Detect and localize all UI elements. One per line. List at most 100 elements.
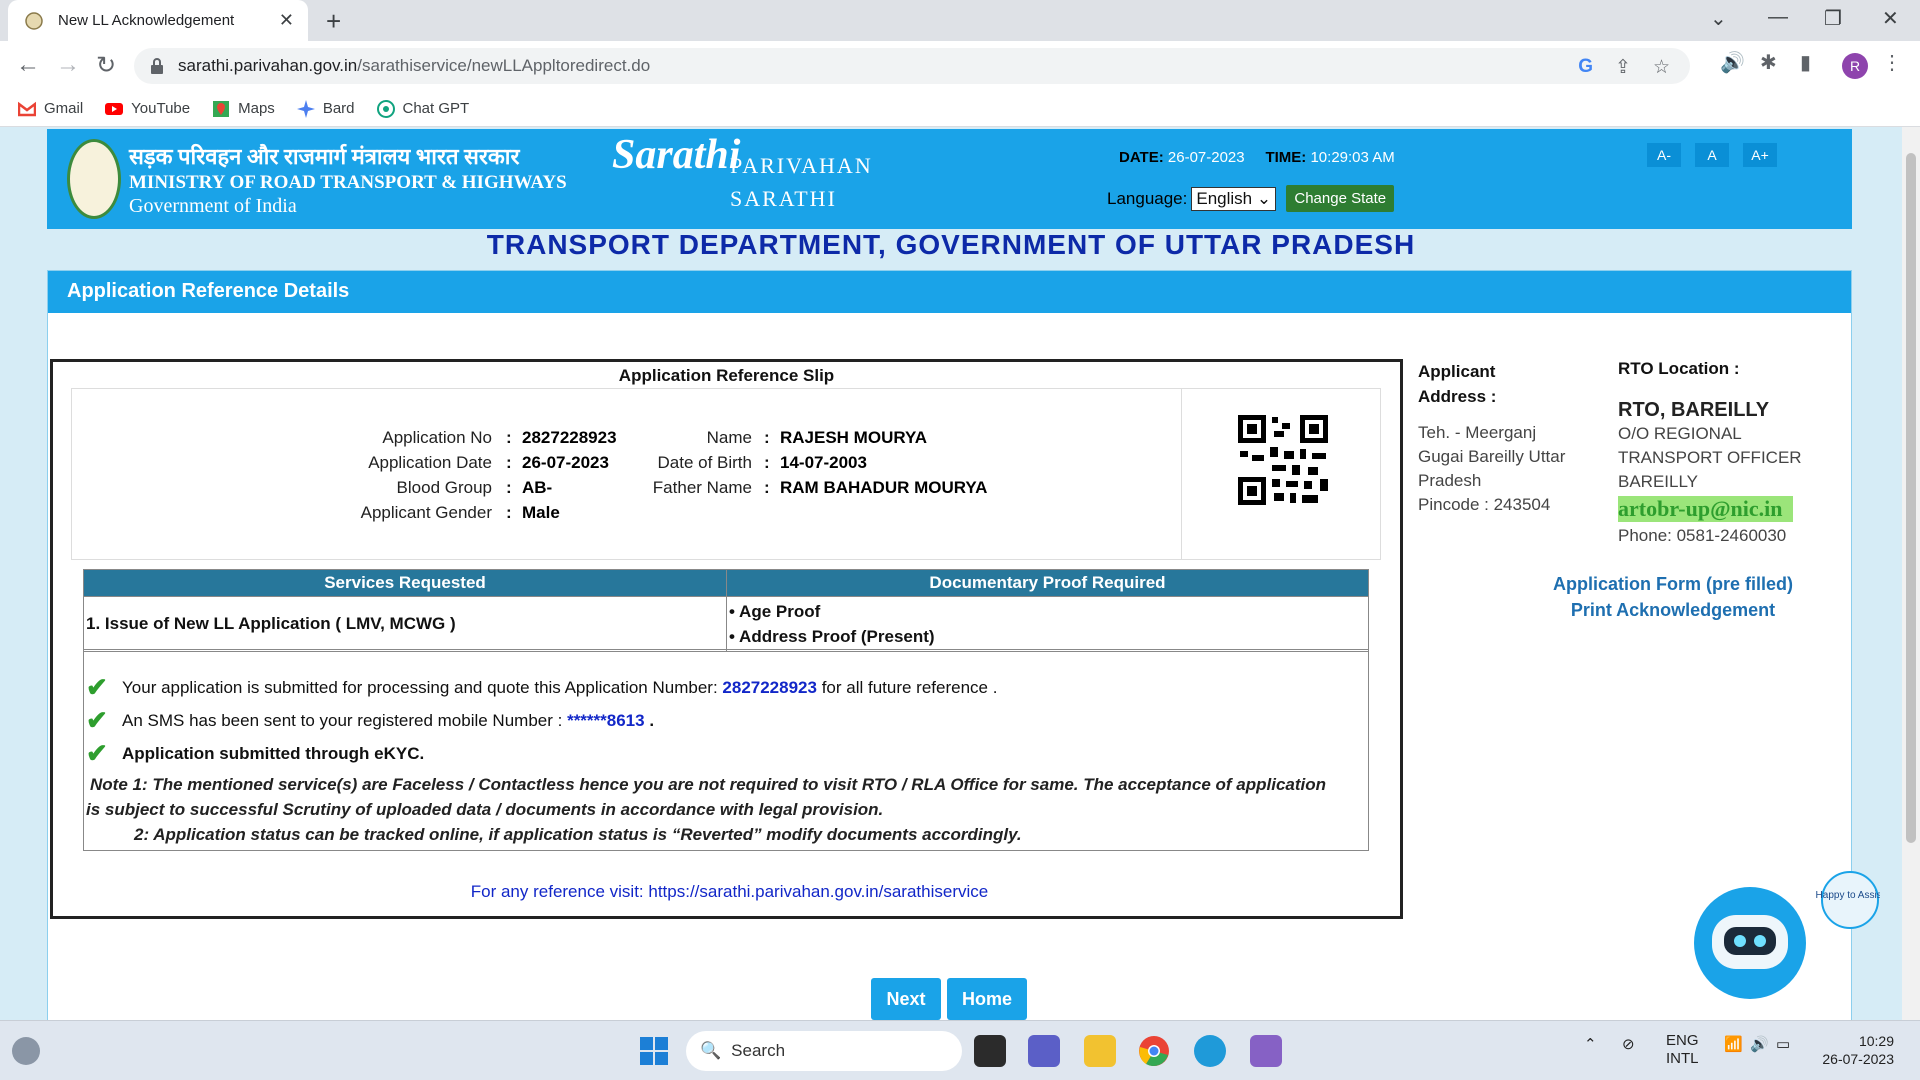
tab-close-icon[interactable]: ✕	[279, 10, 294, 31]
tray-chevron-icon[interactable]: ⌃	[1584, 1035, 1597, 1053]
details-colons-left: ::::	[506, 428, 512, 522]
language-select[interactable]: English ⌄	[1191, 186, 1277, 211]
language-code: ENG	[1666, 1032, 1699, 1049]
font-increase-button[interactable]: A+	[1743, 143, 1777, 167]
bookmark-gmail[interactable]: Gmail	[18, 100, 83, 118]
network-off-icon[interactable]: ⊘	[1622, 1035, 1635, 1053]
restore-icon[interactable]: ❐	[1824, 6, 1842, 31]
print-acknowledgement-link[interactable]: Print Acknowledgement	[1508, 597, 1838, 623]
gmail-icon	[18, 101, 36, 116]
teams-icon[interactable]	[1028, 1035, 1060, 1067]
file-explorer-icon[interactable]	[1084, 1035, 1116, 1067]
bot-label: Happy to Assist	[1816, 890, 1880, 901]
site-header: सड़क परिवहन और राजमार्ग मंत्रालय भारत सर…	[47, 129, 1852, 229]
font-size-controls: A- A A+	[1647, 143, 1777, 167]
visual-studio-icon[interactable]	[1250, 1035, 1282, 1067]
rto-line: O/O REGIONAL	[1618, 424, 1742, 443]
forward-icon[interactable]: →	[56, 51, 80, 79]
reload-icon[interactable]: ↻	[96, 51, 116, 80]
chat-bot-icon[interactable]: Happy to Assist	[1690, 865, 1880, 1005]
input-language[interactable]: ENG INTL	[1666, 1032, 1699, 1068]
side-panel-icon[interactable]: ▮	[1800, 50, 1811, 75]
change-state-button[interactable]: Change State	[1286, 185, 1395, 212]
applicant-info-box: Application No Application Date Blood Gr…	[71, 388, 1381, 560]
windows-taskbar: 🔍 Search ⌃ ⊘ ENG INTL 📶 🔊 ▭ 10:29 26-07-…	[0, 1020, 1920, 1080]
details-values-right: RAJESH MOURYA 14-07-2003 RAM BAHADUR MOU…	[780, 425, 987, 500]
bookmark-label: Chat GPT	[402, 100, 470, 117]
name-value: RAJESH MOURYA	[780, 428, 928, 447]
address-pincode: Pincode : 243504	[1418, 495, 1551, 514]
message-3: ✔ Application submitted through eKYC.	[86, 738, 424, 769]
language-label: Language:	[1107, 188, 1188, 208]
note-1-line-1: Note 1: The mentioned service(s) are Fac…	[90, 775, 1327, 794]
tab-search-icon[interactable]: ⌄	[1710, 6, 1727, 31]
bookmark-youtube[interactable]: YouTube	[105, 100, 190, 118]
font-decrease-button[interactable]: A-	[1647, 143, 1681, 167]
message-2-suffix: .	[649, 710, 655, 730]
back-icon[interactable]: ←	[16, 51, 40, 79]
new-tab-icon[interactable]: +	[326, 6, 341, 37]
language-row: Language: English ⌄ Change State	[1107, 185, 1395, 212]
ministry-hindi: सड़क परिवहन और राजमार्ग मंत्रालय भारत सर…	[129, 144, 520, 169]
clock-date: 26-07-2023	[1822, 1051, 1894, 1067]
father-label: Father Name	[652, 478, 752, 497]
bookmark-label: Gmail	[44, 100, 84, 117]
note-1-line-2: is subject to successful Scrutiny of upl…	[86, 800, 884, 819]
bookmark-label: Bard	[322, 100, 355, 117]
reference-visit-link[interactable]: For any reference visit: https://sarathi…	[53, 882, 1406, 902]
application-form-link[interactable]: Application Form (pre filled)	[1508, 571, 1838, 597]
time-value: 10:29:03 AM	[1310, 149, 1395, 166]
battery-icon[interactable]: ▭	[1776, 1035, 1790, 1053]
search-icon: 🔍	[700, 1041, 722, 1060]
details-colons-right: :::	[764, 428, 770, 497]
message-2-text: An SMS has been sent to your registered …	[122, 710, 563, 730]
wifi-icon[interactable]: 📶	[1724, 1035, 1743, 1053]
message-1-suffix: for all future reference .	[821, 677, 998, 697]
father-value: RAM BAHADUR MOURYA	[780, 478, 988, 497]
close-window-icon[interactable]: ✕	[1882, 6, 1899, 31]
share-icon[interactable]: ⇪	[1615, 56, 1631, 79]
minimize-icon[interactable]: —	[1768, 6, 1788, 29]
weather-icon[interactable]	[12, 1037, 40, 1065]
scroll-thumb[interactable]	[1906, 153, 1916, 843]
menu-icon[interactable]: ⋮	[1882, 50, 1902, 75]
message-1-app-number: 2827228923	[722, 677, 817, 697]
url-host: sarathi.parivahan.gov.in	[178, 56, 358, 75]
bookmark-chatgpt[interactable]: Chat GPT	[376, 99, 470, 118]
applicant-heading-2: Address :	[1418, 387, 1497, 406]
brand-line-1: PARIVAHAN	[730, 153, 873, 178]
bookmark-bard[interactable]: Bard	[296, 99, 355, 118]
task-view-icon[interactable]	[974, 1035, 1006, 1067]
search-placeholder: Search	[731, 1041, 786, 1060]
chrome-icon[interactable]	[1138, 1035, 1170, 1067]
address-lines: Teh. - Meerganj Gugai Bareilly Uttar Pra…	[1418, 421, 1565, 517]
check-icon: ✔	[86, 672, 108, 702]
volume-icon[interactable]: 🔊	[1750, 1035, 1769, 1053]
rto-office: RTO, BAREILLY	[1618, 399, 1770, 421]
extensions-icon[interactable]: ✱	[1760, 50, 1777, 75]
system-clock[interactable]: 10:29 26-07-2023	[1810, 1032, 1894, 1068]
windows-start-icon[interactable]	[638, 1035, 670, 1067]
next-button[interactable]: Next	[871, 978, 941, 1020]
service-cell: 1. Issue of New LL Application ( LMV, MC…	[83, 596, 727, 652]
google-icon[interactable]: G	[1578, 56, 1593, 79]
edge-icon[interactable]	[1194, 1035, 1226, 1067]
browser-tab[interactable]: New LL Acknowledgement ✕	[8, 0, 308, 41]
address-bar[interactable]: sarathi.parivahan.gov.in /sarathiservice…	[134, 48, 1690, 84]
services-header: Services Requested	[83, 569, 727, 597]
qr-code-icon	[1238, 415, 1328, 505]
gender-value: Male	[522, 503, 560, 522]
profile-avatar[interactable]: R	[1842, 53, 1868, 79]
brand-line-2: SARATHI	[730, 186, 837, 211]
font-normal-button[interactable]: A	[1695, 143, 1729, 167]
bookmark-maps[interactable]: Maps	[212, 100, 275, 118]
rto-email: artobr-up@nic.in	[1618, 496, 1793, 522]
ministry-english: MINISTRY OF ROAD TRANSPORT & HIGHWAYS	[129, 172, 567, 193]
tab-strip: New LL Acknowledgement ✕ + ⌄ — ❐ ✕	[0, 0, 1920, 41]
bookmark-star-icon[interactable]: ☆	[1653, 56, 1670, 79]
page-scrollbar[interactable]	[1902, 127, 1920, 1020]
taskbar-search[interactable]: 🔍 Search	[686, 1031, 962, 1071]
media-icon[interactable]: 🔊	[1720, 50, 1745, 75]
message-1: ✔ Your application is submitted for proc…	[86, 672, 997, 703]
home-button[interactable]: Home	[947, 978, 1027, 1020]
